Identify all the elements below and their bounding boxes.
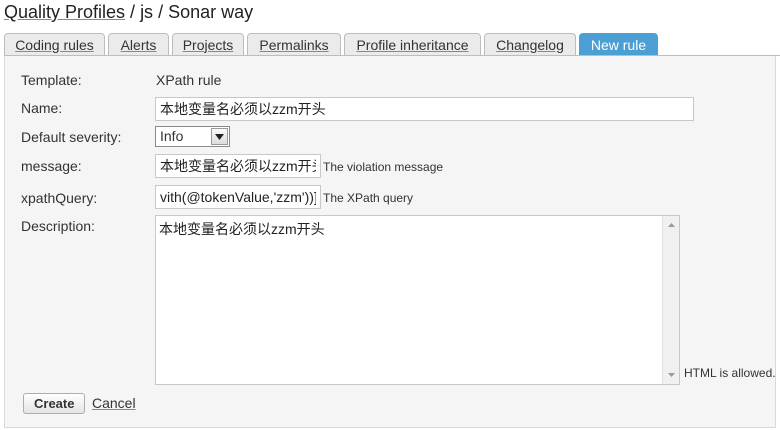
- severity-label: Default severity:: [21, 129, 122, 145]
- severity-select[interactable]: Info: [155, 126, 230, 147]
- tab-coding-rules[interactable]: Coding rules: [4, 33, 105, 55]
- severity-selected-value: Info: [160, 128, 184, 144]
- scroll-up-arrow-icon[interactable]: [663, 217, 679, 233]
- html-allowed-hint: HTML is allowed.: [684, 366, 776, 380]
- xpath-label: xpathQuery:: [21, 190, 98, 206]
- xpath-query-input[interactable]: [155, 185, 321, 209]
- breadcrumb-separator: /: [125, 2, 141, 22]
- tab-label: Changelog: [496, 36, 564, 53]
- new-rule-form: Template: XPath rule Name: Default sever…: [4, 56, 776, 428]
- description-textarea[interactable]: 本地变量名必须以zzm开头: [155, 215, 680, 385]
- breadcrumb-language: js: [140, 2, 154, 22]
- breadcrumb-profile-name: Sonar way: [168, 2, 254, 22]
- description-label: Description:: [21, 218, 95, 234]
- tab-label: Coding rules: [15, 36, 94, 53]
- chevron-down-icon[interactable]: [211, 128, 228, 145]
- profile-tabs: Coding rules Alerts Projects Permalinks …: [4, 33, 780, 56]
- message-label: message:: [21, 158, 82, 174]
- tab-new-rule[interactable]: New rule: [579, 33, 658, 55]
- breadcrumb-separator: /: [153, 2, 169, 22]
- name-label: Name:: [21, 100, 63, 116]
- tab-permalinks[interactable]: Permalinks: [247, 33, 341, 55]
- tab-profile-inheritance[interactable]: Profile inheritance: [344, 33, 481, 55]
- template-value: XPath rule: [156, 72, 222, 88]
- tab-projects[interactable]: Projects: [172, 33, 244, 55]
- message-hint: The violation message: [323, 160, 444, 174]
- scroll-down-arrow-icon[interactable]: [663, 367, 679, 383]
- tab-changelog[interactable]: Changelog: [484, 33, 576, 55]
- tab-label: Alerts: [120, 36, 157, 53]
- breadcrumb-quality-profiles-link[interactable]: Quality Profiles: [4, 2, 125, 22]
- tab-label: New rule: [590, 36, 647, 53]
- create-button[interactable]: Create: [23, 393, 86, 414]
- tab-alerts[interactable]: Alerts: [108, 33, 169, 55]
- template-label: Template:: [21, 72, 82, 88]
- cancel-link[interactable]: Cancel: [92, 395, 136, 411]
- description-text: 本地变量名必须以zzm开头: [159, 221, 325, 237]
- xpath-hint: The XPath query: [323, 191, 414, 205]
- tab-label: Permalinks: [259, 36, 329, 53]
- message-input[interactable]: [155, 154, 321, 178]
- description-scrollbar[interactable]: [662, 216, 679, 384]
- tab-label: Profile inheritance: [356, 36, 469, 53]
- breadcrumb: Quality Profiles / js / Sonar way: [4, 2, 253, 23]
- name-input[interactable]: [155, 97, 694, 121]
- tab-label: Projects: [182, 36, 234, 53]
